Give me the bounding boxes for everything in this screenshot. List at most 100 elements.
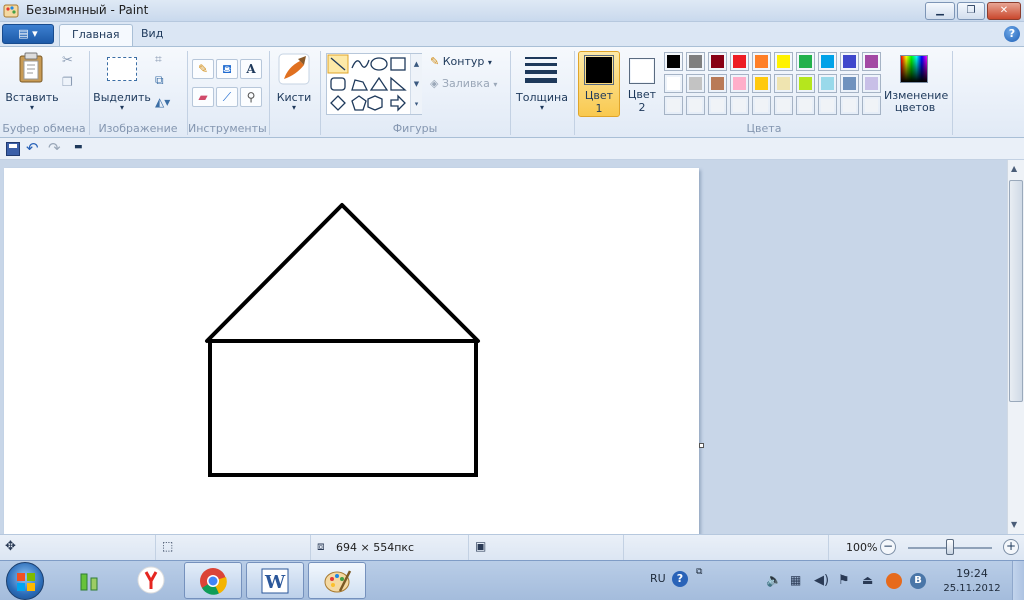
text-tool-icon[interactable]: A bbox=[240, 59, 262, 79]
palette-swatch[interactable] bbox=[796, 74, 815, 93]
network-icon[interactable]: ▦ bbox=[790, 573, 806, 589]
undo-icon[interactable]: ↶ bbox=[26, 139, 39, 157]
palette-swatch[interactable] bbox=[708, 96, 727, 115]
resize-icon[interactable]: ⧉ bbox=[155, 73, 164, 88]
palette-swatch-fill bbox=[667, 77, 680, 90]
speaker-icon[interactable]: ◀) bbox=[814, 573, 830, 589]
palette-swatch[interactable] bbox=[708, 74, 727, 93]
color2-button[interactable]: Цвет 2 bbox=[622, 51, 662, 117]
palette-swatch[interactable] bbox=[708, 52, 727, 71]
palette-swatch-fill bbox=[821, 55, 834, 68]
eraser-icon[interactable]: ▰ bbox=[192, 87, 214, 107]
scroll-thumb[interactable] bbox=[1009, 180, 1023, 402]
paint-app-icon[interactable] bbox=[3, 3, 19, 19]
palette-swatch-fill bbox=[667, 99, 680, 112]
edit-colors-button[interactable]: Изменение цветов bbox=[884, 49, 948, 117]
file-menu-button[interactable]: ▤ ▾ bbox=[2, 24, 54, 44]
language-bar-options-icon[interactable]: ⧉ bbox=[696, 567, 702, 577]
action-center-flag-icon[interactable]: ⚑ bbox=[838, 573, 854, 589]
palette-swatch[interactable] bbox=[862, 74, 881, 93]
safely-remove-icon[interactable]: ⏏ bbox=[862, 573, 878, 589]
taskbar-app-chrome[interactable] bbox=[184, 562, 242, 599]
drawing-canvas[interactable] bbox=[4, 168, 699, 534]
palette-swatch[interactable] bbox=[730, 96, 749, 115]
color1-button[interactable]: Цвет 1 bbox=[578, 51, 620, 117]
pencil-icon[interactable]: ✎ bbox=[192, 59, 214, 79]
shapes-scroll[interactable]: ▲ ▼ ▾ bbox=[410, 54, 422, 114]
palette-swatch[interactable] bbox=[840, 74, 859, 93]
vk-icon[interactable]: В bbox=[910, 573, 926, 589]
palette-swatch[interactable] bbox=[774, 96, 793, 115]
language-help-icon[interactable]: ? bbox=[672, 571, 688, 587]
palette-swatch[interactable] bbox=[752, 52, 771, 71]
zoom-in-button[interactable]: + bbox=[1003, 539, 1019, 555]
palette-swatch[interactable] bbox=[774, 74, 793, 93]
palette-swatch-fill bbox=[799, 55, 812, 68]
copy-icon[interactable]: ❐ bbox=[62, 75, 73, 89]
palette-swatch[interactable] bbox=[774, 52, 793, 71]
crop-icon[interactable]: ⌗ bbox=[155, 52, 162, 67]
palette-swatch[interactable] bbox=[686, 52, 705, 71]
paste-button[interactable]: Вставить ▾ bbox=[4, 49, 59, 117]
vertical-scrollbar[interactable]: ▲ ▼ bbox=[1007, 160, 1024, 534]
minimize-button[interactable]: ▁ bbox=[925, 2, 955, 20]
close-button[interactable]: ✕ bbox=[987, 2, 1021, 20]
redo-icon[interactable]: ↷ bbox=[48, 139, 61, 157]
select-dropdown-icon: ▾ bbox=[119, 103, 124, 112]
palette-swatch[interactable] bbox=[862, 96, 881, 115]
fill-button[interactable]: ◈ Заливка ▾ bbox=[430, 77, 497, 90]
customize-qat-icon[interactable]: ▬ bbox=[74, 142, 83, 152]
minus-icon: − bbox=[882, 539, 894, 553]
palette-swatch[interactable] bbox=[664, 96, 683, 115]
tab-home[interactable]: Главная bbox=[59, 24, 133, 46]
brushes-button[interactable]: Кисти ▾ bbox=[272, 49, 316, 117]
taskbar-app-word[interactable]: W bbox=[246, 562, 304, 599]
taskbar-app-paint[interactable] bbox=[308, 562, 366, 599]
taskbar-app-yandex[interactable] bbox=[122, 562, 180, 599]
magnifier-icon[interactable]: ⚲ bbox=[240, 87, 262, 107]
palette-swatch[interactable] bbox=[730, 74, 749, 93]
paste-dropdown-icon: ▾ bbox=[29, 103, 34, 112]
clock-time[interactable]: 19:24 bbox=[954, 567, 990, 580]
tab-view[interactable]: Вид bbox=[129, 24, 175, 46]
maximize-button[interactable]: ❐ bbox=[957, 2, 985, 20]
palette-swatch[interactable] bbox=[818, 96, 837, 115]
show-desktop-button[interactable] bbox=[1012, 561, 1024, 600]
palette-swatch[interactable] bbox=[752, 74, 771, 93]
palette-swatch[interactable] bbox=[752, 96, 771, 115]
start-button[interactable] bbox=[6, 562, 44, 600]
scroll-down-icon[interactable]: ▼ bbox=[1011, 520, 1017, 529]
shapes-gallery[interactable]: ▲ ▼ ▾ bbox=[326, 53, 422, 115]
palette-swatch[interactable] bbox=[840, 52, 859, 71]
house-drawing bbox=[205, 203, 480, 477]
save-icon[interactable] bbox=[6, 142, 20, 156]
palette-swatch[interactable] bbox=[686, 96, 705, 115]
fill-bucket-icon[interactable]: ⛾ bbox=[216, 59, 238, 79]
select-button[interactable]: Выделить ▾ bbox=[93, 49, 151, 117]
palette-swatch[interactable] bbox=[796, 52, 815, 71]
app-tray-icon[interactable] bbox=[886, 573, 902, 589]
zoom-out-button[interactable]: − bbox=[880, 539, 896, 555]
palette-swatch[interactable] bbox=[686, 74, 705, 93]
color-picker-icon[interactable]: ⟋ bbox=[216, 87, 238, 107]
palette-swatch[interactable] bbox=[730, 52, 749, 71]
palette-swatch[interactable] bbox=[818, 74, 837, 93]
help-icon[interactable]: ? bbox=[1004, 26, 1020, 42]
palette-swatch[interactable] bbox=[840, 96, 859, 115]
zoom-slider-thumb[interactable] bbox=[946, 539, 954, 555]
clock-date[interactable]: 25.11.2012 bbox=[938, 583, 1006, 594]
language-indicator[interactable]: RU bbox=[650, 572, 666, 585]
cut-icon[interactable]: ✂ bbox=[62, 53, 73, 68]
palette-swatch[interactable] bbox=[818, 52, 837, 71]
size-button[interactable]: Толщина ▾ bbox=[514, 49, 570, 117]
taskbar-app-gadget[interactable] bbox=[60, 562, 118, 599]
rotate-icon[interactable]: ◭▾ bbox=[155, 95, 170, 109]
scroll-up-icon[interactable]: ▲ bbox=[1011, 164, 1017, 173]
palette-swatch[interactable] bbox=[862, 52, 881, 71]
volume-icon[interactable]: 🔈 bbox=[766, 573, 782, 589]
palette-swatch[interactable] bbox=[664, 74, 683, 93]
palette-swatch[interactable] bbox=[664, 52, 683, 71]
canvas-resize-handle[interactable] bbox=[699, 443, 704, 448]
outline-button[interactable]: ✎ Контур ▾ bbox=[430, 55, 492, 68]
palette-swatch[interactable] bbox=[796, 96, 815, 115]
